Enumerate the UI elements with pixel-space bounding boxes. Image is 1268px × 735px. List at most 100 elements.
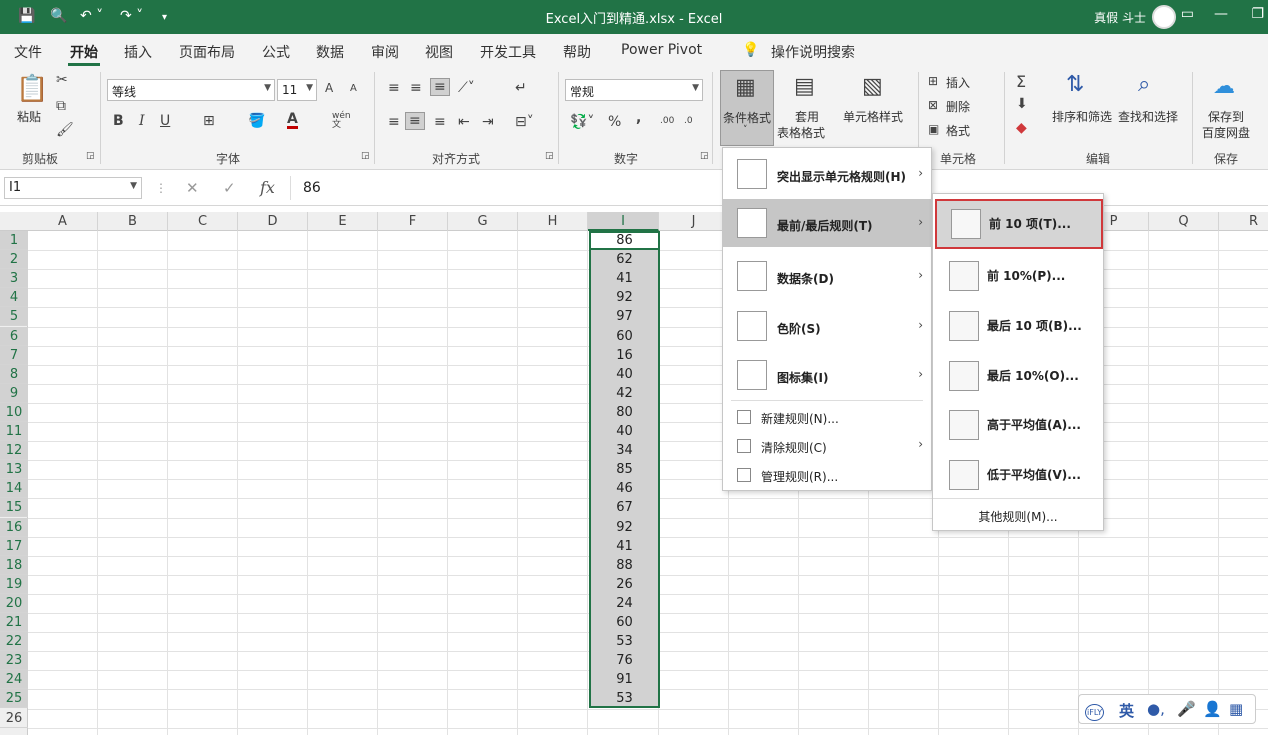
column-header-i[interactable]: I [588, 212, 659, 231]
cell-i25[interactable]: 53 [589, 689, 660, 708]
paste-label[interactable]: 粘贴 [17, 108, 41, 125]
menu-item-below-average[interactable]: 低于平均值(V)... [933, 450, 1103, 500]
comma-style-button[interactable]: , [636, 110, 641, 126]
clear-icon[interactable]: ◆ [1016, 120, 1027, 136]
borders-icon[interactable]: ⊞ [203, 113, 215, 129]
row-header-19[interactable]: 19 [0, 574, 28, 594]
font-name-combo[interactable]: 等线 ▼ [107, 79, 275, 101]
menu-item-new-rule[interactable]: 新建规则(N)... [723, 404, 931, 430]
insert-cells-icon[interactable]: ⊞ [928, 74, 938, 88]
insert-function-button[interactable]: fx [260, 178, 275, 197]
fill-color-icon[interactable]: 🪣 [248, 113, 265, 129]
row-header-3[interactable]: 3 [0, 269, 28, 289]
merge-center-icon[interactable]: ⊟˅ [515, 114, 534, 130]
cancel-icon[interactable]: ✕ [186, 179, 199, 197]
row-header-14[interactable]: 14 [0, 479, 28, 499]
dialog-launcher-icon[interactable]: ◲ [700, 151, 709, 161]
cell-i10[interactable]: 80 [589, 403, 660, 422]
menu-item-top-10-percent[interactable]: 前 10%(P)... [933, 251, 1103, 301]
autosum-button[interactable]: Σ [1016, 72, 1026, 91]
column-header-q[interactable]: Q [1149, 212, 1219, 231]
increase-decimal-icon[interactable]: .00 [660, 116, 674, 126]
avatar[interactable] [1152, 5, 1176, 29]
column-header-e[interactable]: E [308, 212, 378, 231]
orientation-icon[interactable]: ⟋˅ [458, 80, 475, 96]
tab-power-pivot[interactable]: Power Pivot [621, 42, 702, 58]
punctuation-icon[interactable]: ●, [1147, 700, 1165, 718]
align-right-icon[interactable]: ≡ [434, 114, 446, 130]
column-header-b[interactable]: B [98, 212, 168, 231]
format-as-table-label-2[interactable]: 表格格式 [777, 124, 825, 141]
row-header-26[interactable]: 26 [0, 709, 28, 728]
decrease-decimal-icon[interactable]: .0 [684, 116, 693, 126]
format-as-table-label-1[interactable]: 套用 [795, 108, 819, 125]
delete-cells-icon[interactable]: ⊠ [928, 98, 938, 112]
wrap-text-icon[interactable]: ↵ [515, 80, 527, 96]
insert-cells-label[interactable]: 插入 [946, 74, 970, 91]
row-header-10[interactable]: 10 [0, 402, 28, 422]
tab-home[interactable]: 开始 [70, 42, 98, 62]
cell-i14[interactable]: 46 [589, 479, 660, 498]
row-header-25[interactable]: 25 [0, 689, 28, 709]
bold-button[interactable]: B [113, 113, 124, 129]
column-header-g[interactable]: G [448, 212, 518, 231]
menu-item-manage-rules[interactable]: 管理规则(R)... [723, 462, 931, 488]
cell-i19[interactable]: 26 [589, 575, 660, 594]
cell-i11[interactable]: 40 [589, 422, 660, 441]
enter-icon[interactable]: ✓ [223, 179, 236, 197]
column-header-j[interactable]: J [659, 212, 729, 231]
row-header-9[interactable]: 9 [0, 383, 28, 403]
row-header-12[interactable]: 12 [0, 441, 28, 461]
dialog-launcher-icon[interactable]: ◲ [361, 151, 370, 161]
tab-formulas[interactable]: 公式 [262, 42, 290, 62]
cell-i16[interactable]: 92 [589, 518, 660, 537]
row-header-13[interactable]: 13 [0, 460, 28, 480]
cell-i1[interactable]: 86 [589, 231, 660, 250]
row-header-20[interactable]: 20 [0, 593, 28, 613]
row-header-21[interactable]: 21 [0, 613, 28, 632]
align-middle-icon[interactable]: ≡ [410, 80, 422, 96]
save-baidu-label-1[interactable]: 保存到 [1208, 108, 1244, 125]
tab-help[interactable]: 帮助 [563, 42, 591, 62]
ribbon-display-icon[interactable]: ▭ [1181, 6, 1194, 22]
ime-language-toggle[interactable]: 英 [1119, 700, 1134, 721]
row-header-7[interactable]: 7 [0, 345, 28, 365]
font-grow-button[interactable]: A [325, 81, 333, 95]
menu-item-bottom-10-percent[interactable]: 最后 10%(O)... [933, 351, 1103, 401]
apps-grid-icon[interactable]: ▦ [1229, 700, 1243, 718]
menu-item-icon-sets[interactable]: 图标集(I) › [723, 351, 931, 399]
phonetic-button[interactable]: wén 文 [332, 112, 351, 130]
menu-item-data-bars[interactable]: 数据条(D) › [723, 251, 931, 301]
cell-i21[interactable]: 60 [589, 613, 660, 632]
column-header-r[interactable]: R [1219, 212, 1268, 231]
row-header-22[interactable]: 22 [0, 632, 28, 652]
align-left-icon[interactable]: ≡ [388, 114, 400, 130]
format-painter-icon[interactable]: 🖌 [56, 122, 74, 138]
sort-filter-label[interactable]: 排序和筛选 [1052, 108, 1112, 125]
find-select-icon[interactable]: ⌕ [1138, 72, 1150, 97]
copy-icon[interactable]: ⧉ [56, 98, 66, 114]
cell-i7[interactable]: 16 [589, 346, 660, 365]
tell-me-search[interactable]: 操作说明搜索 [771, 42, 855, 62]
number-format-combo[interactable]: 常规 ▼ [565, 79, 703, 101]
row-header-18[interactable]: 18 [0, 555, 28, 575]
tab-file[interactable]: 文件 [14, 42, 42, 62]
row-header-23[interactable]: 23 [0, 651, 28, 671]
accounting-format-icon[interactable]: 💱˅ [570, 114, 594, 130]
find-select-label[interactable]: 查找和选择 [1118, 108, 1178, 125]
microphone-icon[interactable]: 🎤 [1177, 700, 1196, 718]
name-box[interactable]: I1 ▼ [4, 177, 142, 199]
format-cells-icon[interactable]: ▣ [928, 122, 939, 136]
row-header-5[interactable]: 5 [0, 307, 28, 327]
row-header-15[interactable]: 15 [0, 498, 28, 518]
cell-i5[interactable]: 97 [589, 307, 660, 326]
align-top-icon[interactable]: ≡ [388, 80, 400, 96]
row-header-17[interactable]: 17 [0, 536, 28, 556]
menu-item-bottom-10-items[interactable]: 最后 10 项(B)... [933, 301, 1103, 351]
font-shrink-button[interactable]: A [350, 83, 357, 94]
format-cells-label[interactable]: 格式 [946, 122, 970, 139]
decrease-indent-icon[interactable]: ⇤ [458, 114, 470, 130]
row-header-16[interactable]: 16 [0, 517, 28, 537]
underline-button[interactable]: U [160, 113, 170, 129]
cell-i24[interactable]: 91 [589, 670, 660, 689]
